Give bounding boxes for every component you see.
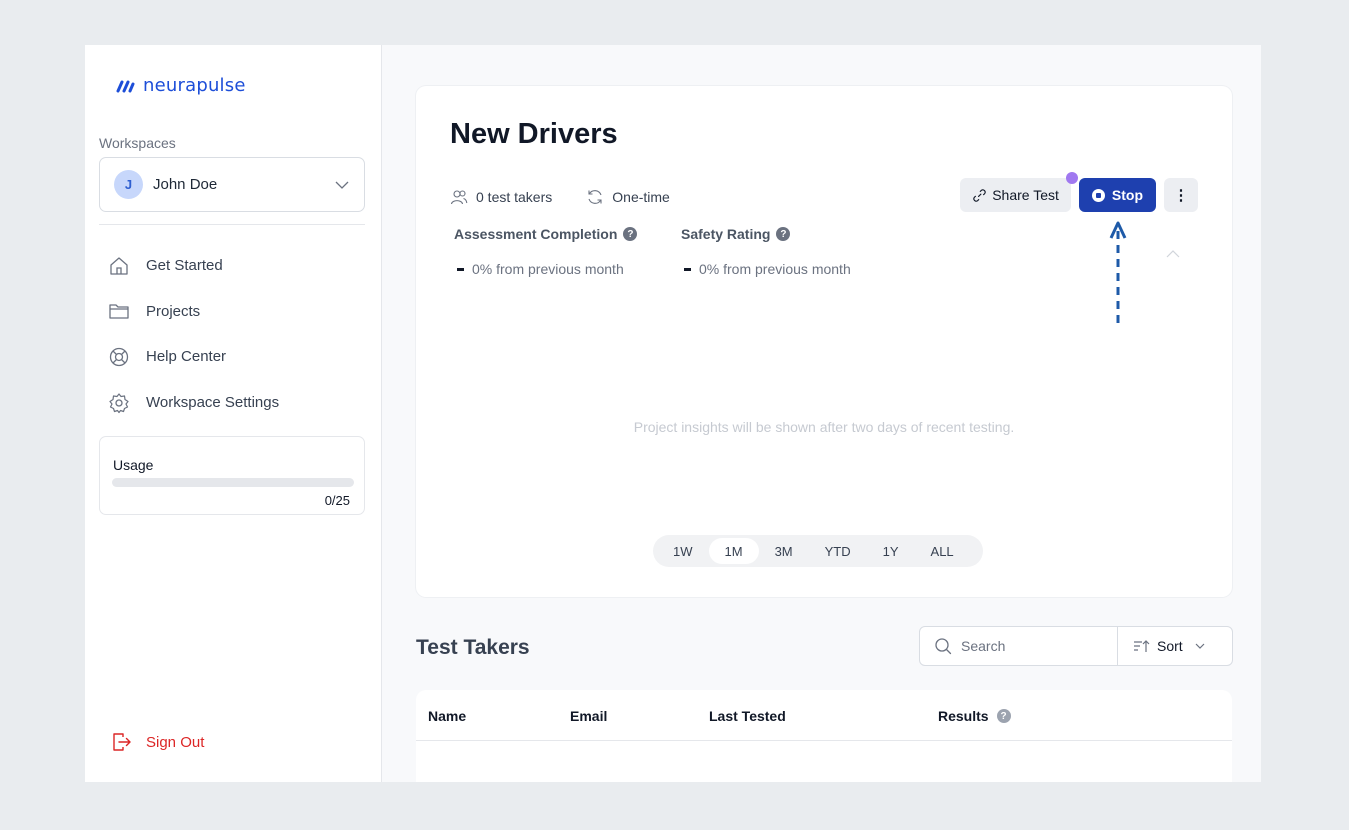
chevron-down-icon xyxy=(335,181,349,189)
sort-button[interactable]: Sort xyxy=(1118,627,1232,665)
chevron-up-icon[interactable] xyxy=(1165,246,1181,262)
sidebar: neurapulse Workspaces J John Doe Get Sta… xyxy=(85,45,382,782)
column-results[interactable]: Results ? xyxy=(938,708,1011,724)
test-takers-title: Test Takers xyxy=(416,636,530,659)
metric-label: Assessment Completion xyxy=(454,226,618,242)
lifebuoy-icon xyxy=(109,347,129,367)
notification-dot xyxy=(1065,172,1078,184)
dash-icon xyxy=(684,267,691,271)
range-ytd[interactable]: YTD xyxy=(809,538,867,564)
project-card: New Drivers 0 test takers One-time Share… xyxy=(416,86,1232,597)
usage-card: Usage 0/25 xyxy=(99,436,365,515)
metric-change: 0% from previous month xyxy=(472,261,624,277)
avatar: J xyxy=(114,170,143,199)
usage-title: Usage xyxy=(113,457,154,473)
app-window: neurapulse Workspaces J John Doe Get Sta… xyxy=(85,45,1261,782)
empty-insights-message: Project insights will be shown after two… xyxy=(633,419,1015,435)
folder-icon xyxy=(109,304,129,320)
column-email[interactable]: Email xyxy=(570,708,607,724)
brand-name: neurapulse xyxy=(143,75,246,96)
share-test-label: Share Test xyxy=(992,187,1059,203)
help-icon[interactable]: ? xyxy=(996,709,1011,723)
range-1w[interactable]: 1W xyxy=(657,538,709,564)
sort-icon xyxy=(1134,640,1150,652)
column-label: Last Tested xyxy=(709,708,786,724)
usage-count: 0/25 xyxy=(324,493,350,508)
home-icon xyxy=(110,257,128,275)
range-all[interactable]: ALL xyxy=(915,538,970,564)
users-icon xyxy=(450,190,468,205)
stop-icon xyxy=(1091,188,1105,202)
sign-out-label: Sign Out xyxy=(146,733,205,751)
metric-assessment-completion: Assessment Completion ? 0% from previous… xyxy=(454,226,638,277)
column-label: Name xyxy=(428,708,467,724)
gear-icon xyxy=(109,392,129,413)
table-header: Name Email Last Tested Results ? xyxy=(416,690,1232,741)
divider xyxy=(99,224,365,225)
workspaces-label: Workspaces xyxy=(99,135,176,151)
metric-safety-rating: Safety Rating ? 0% from previous month xyxy=(681,226,851,277)
test-takers-table: Name Email Last Tested Results ? xyxy=(416,690,1232,782)
help-icon[interactable]: ? xyxy=(623,227,638,241)
stop-button[interactable]: Stop xyxy=(1078,178,1156,212)
range-1y[interactable]: 1Y xyxy=(867,538,915,564)
workspace-selector[interactable]: J John Doe xyxy=(99,157,365,212)
metric-change: 0% from previous month xyxy=(699,261,851,277)
usage-progress-bar xyxy=(112,478,354,487)
help-icon[interactable]: ? xyxy=(776,227,791,241)
project-actions: Share Test Stop ⋮ xyxy=(960,172,1198,212)
sidebar-item-label: Workspace Settings xyxy=(146,394,280,412)
column-label: Results xyxy=(938,708,989,724)
refresh-icon xyxy=(588,190,602,204)
range-1m[interactable]: 1M xyxy=(708,538,759,564)
search-icon xyxy=(935,638,952,655)
sign-out-icon xyxy=(113,733,131,751)
project-meta: 0 test takers One-time xyxy=(450,188,670,206)
annotation-arrow-icon xyxy=(1109,221,1127,323)
sidebar-item-workspace-settings[interactable]: Workspace Settings xyxy=(108,380,279,426)
time-range-selector: 1W 1M 3M YTD 1Y ALL xyxy=(653,535,983,567)
column-last-tested[interactable]: Last Tested xyxy=(709,708,786,724)
search-input[interactable] xyxy=(961,638,1101,654)
sidebar-item-label: Help Center xyxy=(146,348,227,366)
link-icon xyxy=(973,188,986,202)
sort-label: Sort xyxy=(1157,638,1183,654)
workspace-name: John Doe xyxy=(153,176,218,193)
sidebar-item-projects[interactable]: Projects xyxy=(108,289,279,335)
column-name[interactable]: Name xyxy=(428,708,466,724)
stop-label: Stop xyxy=(1111,187,1143,203)
sign-out-button[interactable]: Sign Out xyxy=(110,731,204,753)
test-takers-count: 0 test takers xyxy=(476,189,553,205)
sidebar-item-label: Get Started xyxy=(146,257,223,275)
metric-label: Safety Rating xyxy=(681,226,771,242)
test-frequency: One-time xyxy=(612,189,670,205)
dash-icon xyxy=(457,267,464,271)
logo-mark-icon xyxy=(116,80,135,92)
chevron-down-icon xyxy=(1195,643,1205,649)
column-label: Email xyxy=(570,708,608,724)
sidebar-item-label: Projects xyxy=(146,302,201,320)
search-sort-group: Sort xyxy=(919,626,1233,666)
brand-logo[interactable]: neurapulse xyxy=(115,75,246,96)
search-box[interactable] xyxy=(920,627,1118,665)
range-3m[interactable]: 3M xyxy=(759,538,809,564)
sidebar-item-get-started[interactable]: Get Started xyxy=(108,243,279,289)
more-options-button[interactable]: ⋮ xyxy=(1164,178,1198,212)
sidebar-item-help-center[interactable]: Help Center xyxy=(108,334,279,380)
sidebar-nav: Get Started Projects Help Center Workspa… xyxy=(108,243,279,425)
page-title: New Drivers xyxy=(450,118,618,150)
share-test-button[interactable]: Share Test xyxy=(960,172,1078,212)
